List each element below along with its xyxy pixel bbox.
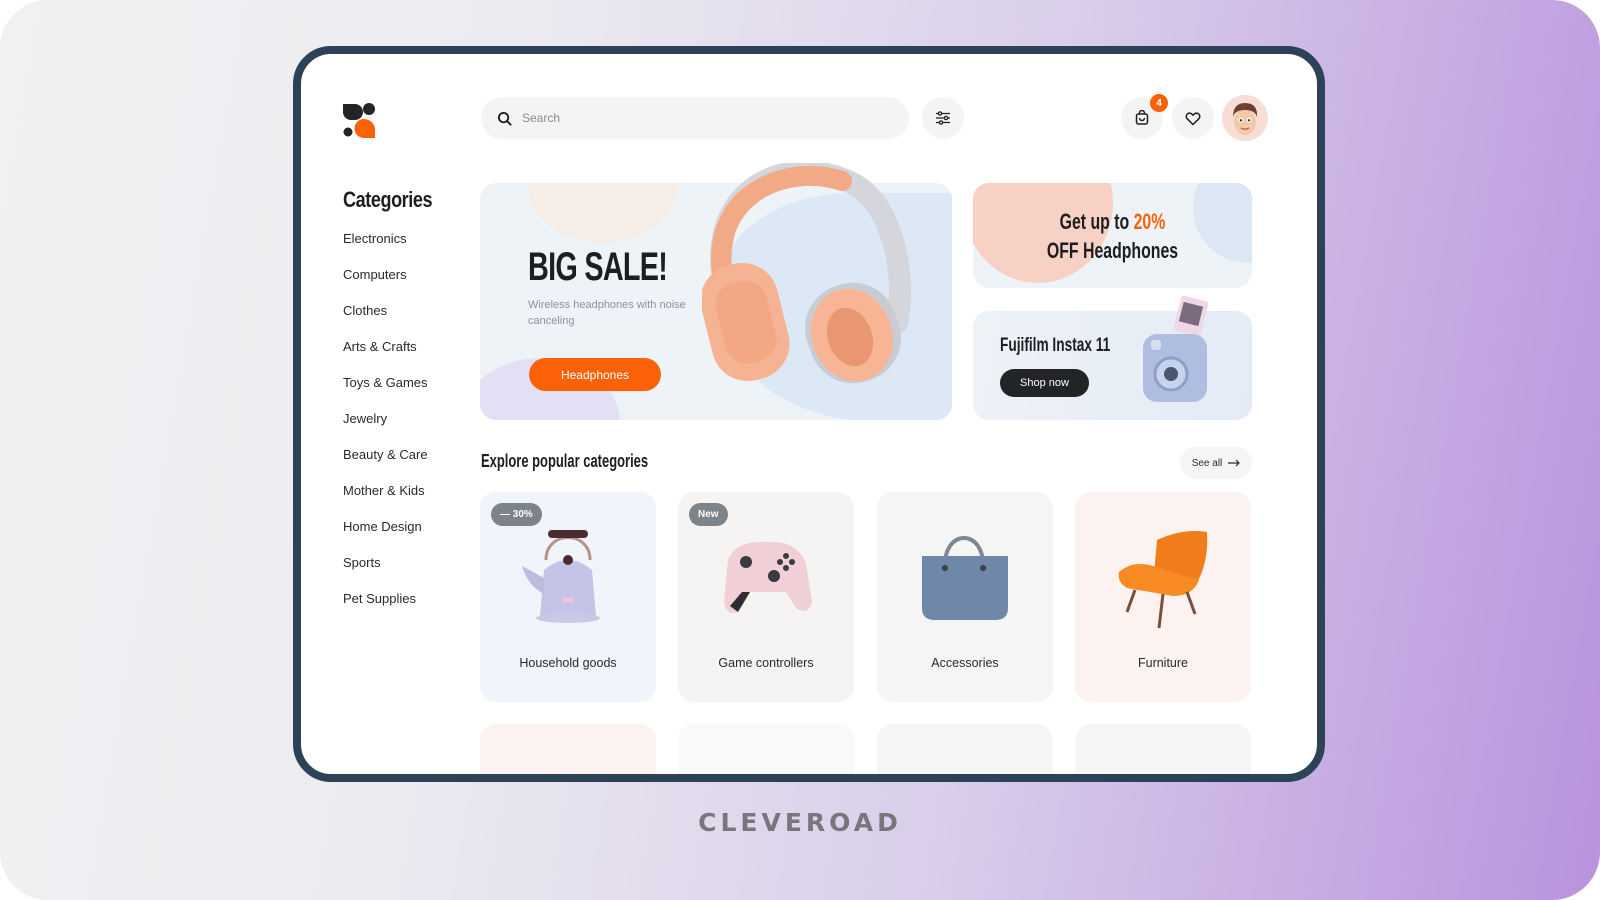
- sidebar-title: Categories: [343, 187, 433, 212]
- sidebar-item-mother-kids[interactable]: Mother & Kids: [343, 483, 452, 519]
- card-label: Game controllers: [718, 656, 814, 670]
- search-input[interactable]: [522, 111, 882, 125]
- shopping-bag-icon: [1135, 110, 1149, 125]
- wishlist-button[interactable]: [1172, 97, 1214, 139]
- category-card-household-goods[interactable]: — 30% Household goods: [480, 492, 656, 702]
- see-all-label: See all: [1191, 457, 1223, 469]
- armchair-image: [1118, 531, 1208, 629]
- category-card-game-controllers[interactable]: New Game controllers: [678, 492, 854, 702]
- headphones-button[interactable]: Headphones: [529, 358, 661, 391]
- card-label: Household goods: [519, 656, 617, 670]
- hero-title: BIG SALE!: [528, 245, 668, 289]
- avatar-icon: [1233, 103, 1258, 135]
- search-icon: [497, 111, 512, 126]
- user-avatar[interactable]: [1222, 95, 1268, 141]
- sidebar-item-pet-supplies[interactable]: Pet Supplies: [343, 591, 452, 627]
- category-card-placeholder[interactable]: [480, 724, 656, 774]
- category-card-placeholder[interactable]: [1075, 724, 1251, 774]
- shop-now-button[interactable]: Shop now: [1000, 369, 1089, 397]
- tote-bag-image: [922, 536, 1008, 620]
- discount-promo-text: Get up to 20% OFF Headphones: [1012, 207, 1213, 265]
- sliders-icon: [936, 111, 950, 125]
- sidebar-item-computers[interactable]: Computers: [343, 267, 452, 303]
- section-title: Explore popular categories: [481, 451, 649, 471]
- search-bar[interactable]: [481, 97, 909, 139]
- instax-camera-image: [1143, 296, 1209, 402]
- sidebar-item-jewelry[interactable]: Jewelry: [343, 411, 452, 447]
- kettle-image: [522, 530, 600, 623]
- sidebar-item-home-design[interactable]: Home Design: [343, 519, 452, 555]
- headphones-image: [702, 163, 911, 384]
- category-list: Electronics Computers Clothes Arts & Cra…: [343, 231, 452, 627]
- sidebar-item-sports[interactable]: Sports: [343, 555, 452, 591]
- sidebar-item-toys-games[interactable]: Toys & Games: [343, 375, 452, 411]
- cleveroad-watermark: CLEVEROAD: [698, 808, 902, 837]
- sidebar-item-clothes[interactable]: Clothes: [343, 303, 452, 339]
- promo-text-prefix: Get up to: [1059, 209, 1134, 234]
- arrow-right-icon: [1228, 459, 1241, 467]
- category-card-placeholder[interactable]: [877, 724, 1053, 774]
- game-controller-image: [724, 541, 812, 613]
- category-card-accessories[interactable]: Accessories: [877, 492, 1053, 702]
- decor-blob: [528, 183, 678, 243]
- app-window: 4 Categories Electronics Computers Cloth…: [293, 46, 1325, 782]
- card-label: Furniture: [1137, 656, 1189, 670]
- cart-count-badge: 4: [1150, 94, 1168, 112]
- card-label: Accessories: [931, 656, 999, 670]
- sidebar-item-electronics[interactable]: Electronics: [343, 231, 452, 267]
- promo-text-line2: OFF Headphones: [1046, 238, 1179, 263]
- logo-icon: [343, 103, 375, 138]
- filter-button[interactable]: [922, 97, 964, 139]
- sidebar-item-arts-crafts[interactable]: Arts & Crafts: [343, 339, 452, 375]
- sidebar-item-beauty-care[interactable]: Beauty & Care: [343, 447, 452, 483]
- discount-promo-banner[interactable]: Get up to 20% OFF Headphones: [973, 183, 1252, 288]
- categories-sidebar: Categories Electronics Computers Clothes…: [343, 187, 452, 627]
- see-all-button[interactable]: See all: [1180, 447, 1252, 479]
- category-card-placeholder[interactable]: [678, 724, 854, 774]
- heart-icon: [1185, 111, 1201, 125]
- promo-discount-value: 20%: [1133, 209, 1166, 234]
- hero-subtitle: Wireless headphones with noise canceling: [528, 299, 686, 327]
- category-card-furniture[interactable]: Furniture: [1075, 492, 1251, 702]
- camera-promo-title: Fujifilm Instax 11: [1000, 335, 1111, 356]
